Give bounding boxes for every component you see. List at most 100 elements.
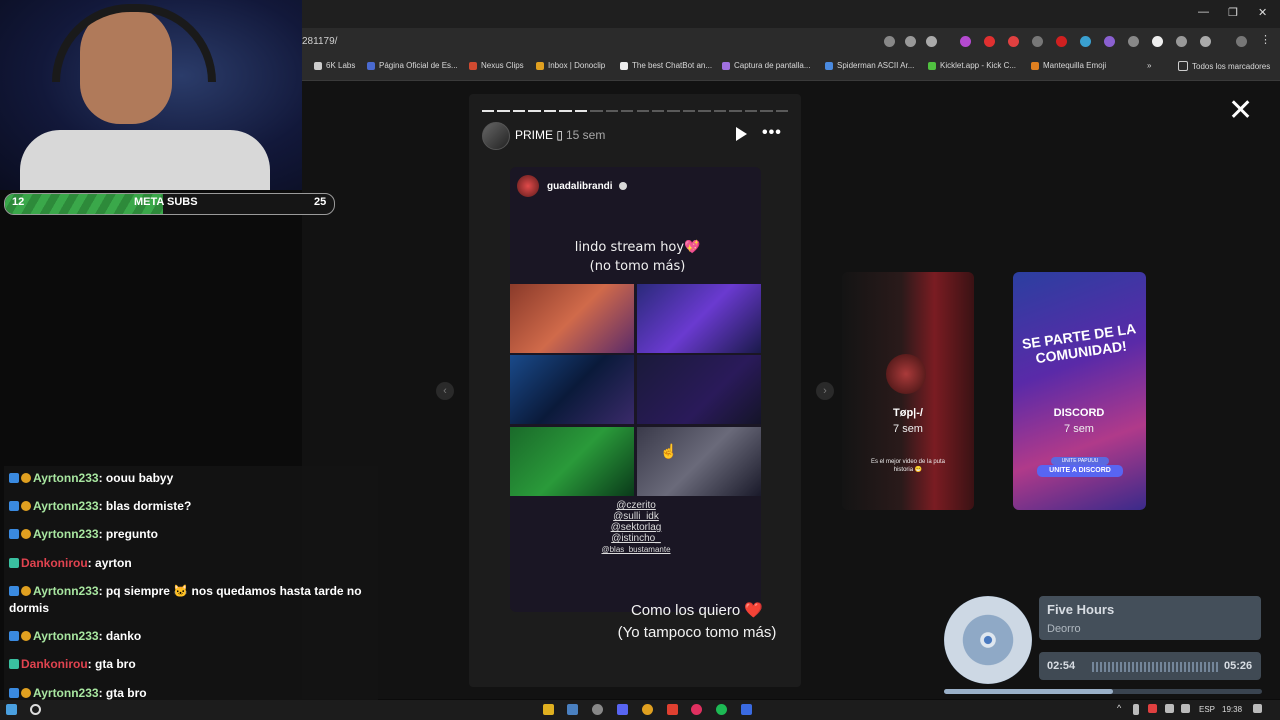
mention-link[interactable]: @sulli_idk bbox=[590, 511, 682, 522]
bookmark-icon bbox=[928, 61, 936, 70]
mention-link[interactable]: @czerito bbox=[590, 500, 682, 511]
extension-icon[interactable] bbox=[1032, 36, 1043, 47]
badge-icon bbox=[21, 631, 31, 641]
mention-link[interactable]: @istincho_ bbox=[590, 533, 682, 544]
info-icon[interactable] bbox=[1128, 36, 1139, 47]
track-progress-bar bbox=[944, 689, 1262, 694]
zoom-icon[interactable] bbox=[905, 36, 916, 47]
bookmark-item[interactable]: Nexus Clips bbox=[469, 61, 524, 70]
restore-icon[interactable]: ❐ bbox=[1228, 6, 1238, 19]
puzzle-icon[interactable] bbox=[1200, 36, 1211, 47]
chat-message: Ayrtonn233: pq siempre 🐱 nos quedamos ha… bbox=[9, 584, 362, 615]
install-icon[interactable] bbox=[884, 36, 895, 47]
star-icon[interactable] bbox=[926, 36, 937, 47]
spotify-icon[interactable] bbox=[716, 704, 727, 715]
close-window-icon[interactable]: ✕ bbox=[1258, 6, 1267, 19]
adblock-icon[interactable] bbox=[1008, 36, 1019, 47]
story-progress-segment bbox=[574, 110, 588, 112]
bookmarks-folder[interactable]: Todos los marcadores bbox=[1178, 61, 1270, 71]
clock[interactable]: 19:38 bbox=[1222, 705, 1242, 714]
app-icon[interactable] bbox=[691, 704, 702, 715]
tray-chevron-icon[interactable]: ^ bbox=[1117, 703, 1128, 714]
bookmark-item[interactable]: Kicklet.app - Kick C... bbox=[928, 61, 1016, 70]
chat-user: Dankonirou bbox=[21, 657, 88, 671]
play-icon[interactable] bbox=[736, 127, 747, 141]
url-text[interactable]: 281179/ bbox=[302, 34, 862, 50]
post-text-line: lindo stream hoy💖 bbox=[574, 240, 701, 255]
windows-start-icon[interactable] bbox=[6, 704, 17, 715]
chat-text: ayrton bbox=[95, 556, 132, 570]
bookmarks-overflow-icon[interactable]: » bbox=[1147, 61, 1151, 70]
extension-icon[interactable] bbox=[1056, 36, 1067, 47]
prev-story-button[interactable]: ‹ bbox=[436, 382, 454, 400]
extension-icon[interactable] bbox=[1176, 36, 1187, 47]
chat-user: Dankonirou bbox=[21, 556, 88, 570]
preview-small-button: UNITE PAPUUU bbox=[1051, 457, 1109, 465]
bookmark-item[interactable]: Spiderman ASCII Ar... bbox=[825, 61, 914, 70]
bookmark-item[interactable]: Captura de pantalla... bbox=[722, 61, 811, 70]
network-icon[interactable] bbox=[1165, 704, 1174, 713]
chat-user: Ayrtonn233 bbox=[33, 584, 99, 598]
close-icon[interactable]: ✕ bbox=[1228, 96, 1253, 126]
bookmark-item[interactable]: Mantequilla Emoji bbox=[1031, 61, 1106, 70]
discord-icon[interactable] bbox=[617, 704, 628, 715]
video-thumbnail bbox=[510, 284, 634, 353]
extension-icon[interactable] bbox=[1152, 36, 1163, 47]
file-explorer-icon[interactable] bbox=[543, 704, 554, 715]
more-options-icon[interactable]: ••• bbox=[762, 124, 782, 142]
bookmark-item[interactable]: 6K Labs bbox=[314, 61, 355, 70]
extension-icon[interactable] bbox=[1080, 36, 1091, 47]
next-story-button[interactable]: › bbox=[816, 382, 834, 400]
chat-text: gta bro bbox=[105, 686, 147, 700]
post-username[interactable]: guadalibrandi bbox=[547, 181, 613, 192]
badge-icon bbox=[9, 659, 19, 669]
video-thumbnail bbox=[510, 427, 634, 496]
chat-user: Ayrtonn233 bbox=[33, 471, 99, 485]
bookmark-item[interactable]: Página Oficial de Es... bbox=[367, 61, 458, 70]
brave-icon[interactable] bbox=[667, 704, 678, 715]
avatar[interactable] bbox=[517, 175, 539, 197]
volume-icon[interactable] bbox=[1181, 704, 1190, 713]
story-progress-segment bbox=[682, 110, 696, 112]
mention-link[interactable]: @blas_bustamante bbox=[590, 544, 682, 555]
chrome-icon[interactable] bbox=[642, 704, 653, 715]
notifications-icon[interactable] bbox=[1253, 704, 1262, 713]
story-progress-segment bbox=[651, 110, 665, 112]
track-progress-fill bbox=[944, 689, 1113, 694]
story-progress-segment bbox=[482, 110, 495, 112]
extension-icon[interactable] bbox=[984, 36, 995, 47]
story-progress-segment bbox=[497, 110, 510, 112]
streamer-shirt bbox=[20, 130, 270, 190]
chat-message: Ayrtonn233: oouu babyy bbox=[9, 470, 369, 487]
avatar[interactable] bbox=[482, 122, 510, 150]
microphone-icon[interactable] bbox=[1133, 704, 1139, 715]
chat-message: Dankonirou: gta bro bbox=[9, 656, 369, 673]
profile-icon[interactable] bbox=[1236, 36, 1247, 47]
app-icon[interactable] bbox=[592, 704, 603, 715]
chat-user: Ayrtonn233 bbox=[33, 686, 99, 700]
mentions-list: @czerito @sulli_idk @sektorlag @istincho… bbox=[590, 500, 682, 555]
language-indicator[interactable]: ESP bbox=[1199, 705, 1215, 714]
menu-icon[interactable]: ⋮ bbox=[1260, 33, 1271, 46]
tray-app-icon[interactable] bbox=[1148, 704, 1157, 713]
story-username[interactable]: PRIME ▯ bbox=[515, 128, 563, 142]
steam-icon[interactable] bbox=[567, 704, 578, 715]
chat-text: oouu babyy bbox=[105, 471, 174, 485]
minimize-icon[interactable]: — bbox=[1198, 6, 1209, 18]
chat-text: gta bro bbox=[95, 657, 136, 671]
bookmark-icon bbox=[1031, 61, 1039, 70]
extension-icon[interactable] bbox=[1104, 36, 1115, 47]
track-current-time: 02:54 bbox=[1047, 660, 1076, 672]
preview-banner: SE PARTE DE LA COMUNIDAD! bbox=[1020, 320, 1137, 367]
mention-link[interactable]: @sektorlag bbox=[590, 522, 682, 533]
story-progress-segment bbox=[528, 110, 541, 112]
badge-icon bbox=[9, 529, 19, 539]
extension-icon[interactable] bbox=[960, 36, 971, 47]
bookmark-item[interactable]: Inbox | Donoclip bbox=[536, 61, 605, 70]
webcam-overlay bbox=[0, 0, 302, 190]
app-icon[interactable] bbox=[741, 704, 752, 715]
bookmark-item[interactable]: The best ChatBot an... bbox=[620, 61, 712, 70]
story-preview-card[interactable]: SE PARTE DE LA COMUNIDAD! DISCORD 7 sem … bbox=[1013, 272, 1146, 510]
story-preview-card[interactable]: Tøp|-/ 7 sem Es el mejor video de la put… bbox=[842, 272, 974, 510]
search-icon[interactable] bbox=[30, 704, 41, 715]
